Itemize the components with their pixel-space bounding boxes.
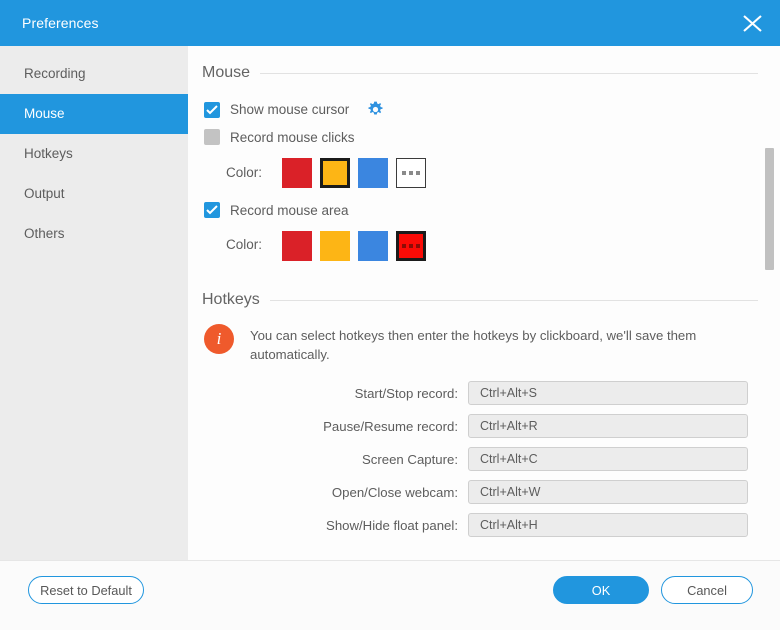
clicks-color-swatch-blue[interactable] (358, 158, 388, 188)
gear-icon[interactable] (367, 101, 384, 118)
sidebar-item-label: Recording (24, 66, 86, 81)
area-color-swatch-red[interactable] (282, 231, 312, 261)
hotkey-row-pause-resume: Pause/Resume record: Ctrl+Alt+R (310, 414, 748, 438)
sidebar-item-label: Others (24, 226, 65, 241)
section-divider (270, 300, 758, 301)
ok-button[interactable]: OK (553, 576, 649, 604)
area-color-label: Color: (226, 237, 262, 252)
hotkey-label: Screen Capture: (310, 452, 468, 467)
ellipsis-dot (409, 171, 413, 175)
clicks-color-label: Color: (226, 165, 262, 180)
show-mouse-cursor-checkbox[interactable] (204, 102, 220, 118)
record-mouse-clicks-row: Record mouse clicks (204, 129, 355, 145)
hotkey-row-float-panel: Show/Hide float panel: Ctrl+Alt+H (310, 513, 748, 537)
close-glyph (742, 14, 764, 34)
record-mouse-area-row: Record mouse area (204, 202, 349, 218)
hotkey-label: Show/Hide float panel: (310, 518, 468, 533)
close-icon[interactable] (726, 0, 780, 46)
hotkey-row-start-stop: Start/Stop record: Ctrl+Alt+S (310, 381, 748, 405)
hotkey-label: Start/Stop record: (310, 386, 468, 401)
clicks-color-more-swatch[interactable] (396, 158, 426, 188)
record-mouse-area-checkbox[interactable] (204, 202, 220, 218)
ellipsis-dot (402, 171, 406, 175)
ellipsis-dot (416, 171, 420, 175)
cancel-button[interactable]: Cancel (661, 576, 753, 604)
sidebar-item-label: Mouse (24, 106, 65, 121)
check-icon (206, 105, 218, 115)
ellipsis-dot (409, 244, 413, 248)
record-mouse-area-label: Record mouse area (230, 203, 349, 218)
ellipsis-dot (416, 244, 420, 248)
title-bar: Preferences (0, 0, 780, 46)
section-divider (260, 73, 758, 74)
record-mouse-clicks-checkbox[interactable] (204, 129, 220, 145)
ellipsis-dot (402, 244, 406, 248)
sidebar-item-recording[interactable]: Recording (0, 54, 188, 94)
clicks-color-swatch-yellow[interactable] (320, 158, 350, 188)
sidebar-item-others[interactable]: Others (0, 214, 188, 254)
check-icon (206, 205, 218, 215)
hotkey-row-webcam: Open/Close webcam: Ctrl+Alt+W (310, 480, 748, 504)
sidebar-item-label: Output (24, 186, 65, 201)
hotkey-label: Open/Close webcam: (310, 485, 468, 500)
window-body: Recording Mouse Hotkeys Output Others Mo… (0, 46, 780, 560)
hotkey-label: Pause/Resume record: (310, 419, 468, 434)
hotkeys-info-text: You can select hotkeys then enter the ho… (250, 326, 720, 364)
panel-scrollbar[interactable] (765, 46, 774, 560)
scrollbar-thumb[interactable] (765, 148, 774, 270)
gear-glyph (367, 101, 384, 118)
dialog-footer: Reset to Default OK Cancel (0, 560, 780, 630)
area-color-more-swatch[interactable] (396, 231, 426, 261)
show-mouse-cursor-row: Show mouse cursor (204, 101, 384, 118)
show-mouse-cursor-label: Show mouse cursor (230, 102, 349, 117)
sidebar: Recording Mouse Hotkeys Output Others (0, 46, 188, 560)
hotkey-input-start-stop[interactable]: Ctrl+Alt+S (468, 381, 748, 405)
reset-to-default-button[interactable]: Reset to Default (28, 576, 144, 604)
clicks-color-swatch-red[interactable] (282, 158, 312, 188)
settings-panel: Mouse Show mouse cursor (188, 46, 780, 560)
info-icon: i (204, 324, 234, 354)
sidebar-item-hotkeys[interactable]: Hotkeys (0, 134, 188, 174)
section-title: Hotkeys (202, 291, 270, 309)
hotkey-input-webcam[interactable]: Ctrl+Alt+W (468, 480, 748, 504)
area-color-swatch-blue[interactable] (358, 231, 388, 261)
sidebar-item-output[interactable]: Output (0, 174, 188, 214)
section-title: Mouse (202, 64, 260, 82)
section-header-mouse: Mouse (202, 64, 758, 82)
hotkey-input-float-panel[interactable]: Ctrl+Alt+H (468, 513, 748, 537)
hotkey-input-screen-capture[interactable]: Ctrl+Alt+C (468, 447, 748, 471)
record-mouse-clicks-label: Record mouse clicks (230, 130, 355, 145)
hotkey-row-screen-capture: Screen Capture: Ctrl+Alt+C (310, 447, 748, 471)
area-color-swatch-yellow[interactable] (320, 231, 350, 261)
window-title: Preferences (22, 15, 99, 31)
sidebar-item-mouse[interactable]: Mouse (0, 94, 188, 134)
sidebar-item-label: Hotkeys (24, 146, 73, 161)
hotkey-input-pause-resume[interactable]: Ctrl+Alt+R (468, 414, 748, 438)
preferences-window: Preferences Recording Mouse Hotkeys Outp… (0, 0, 780, 630)
section-header-hotkeys: Hotkeys (202, 291, 758, 309)
